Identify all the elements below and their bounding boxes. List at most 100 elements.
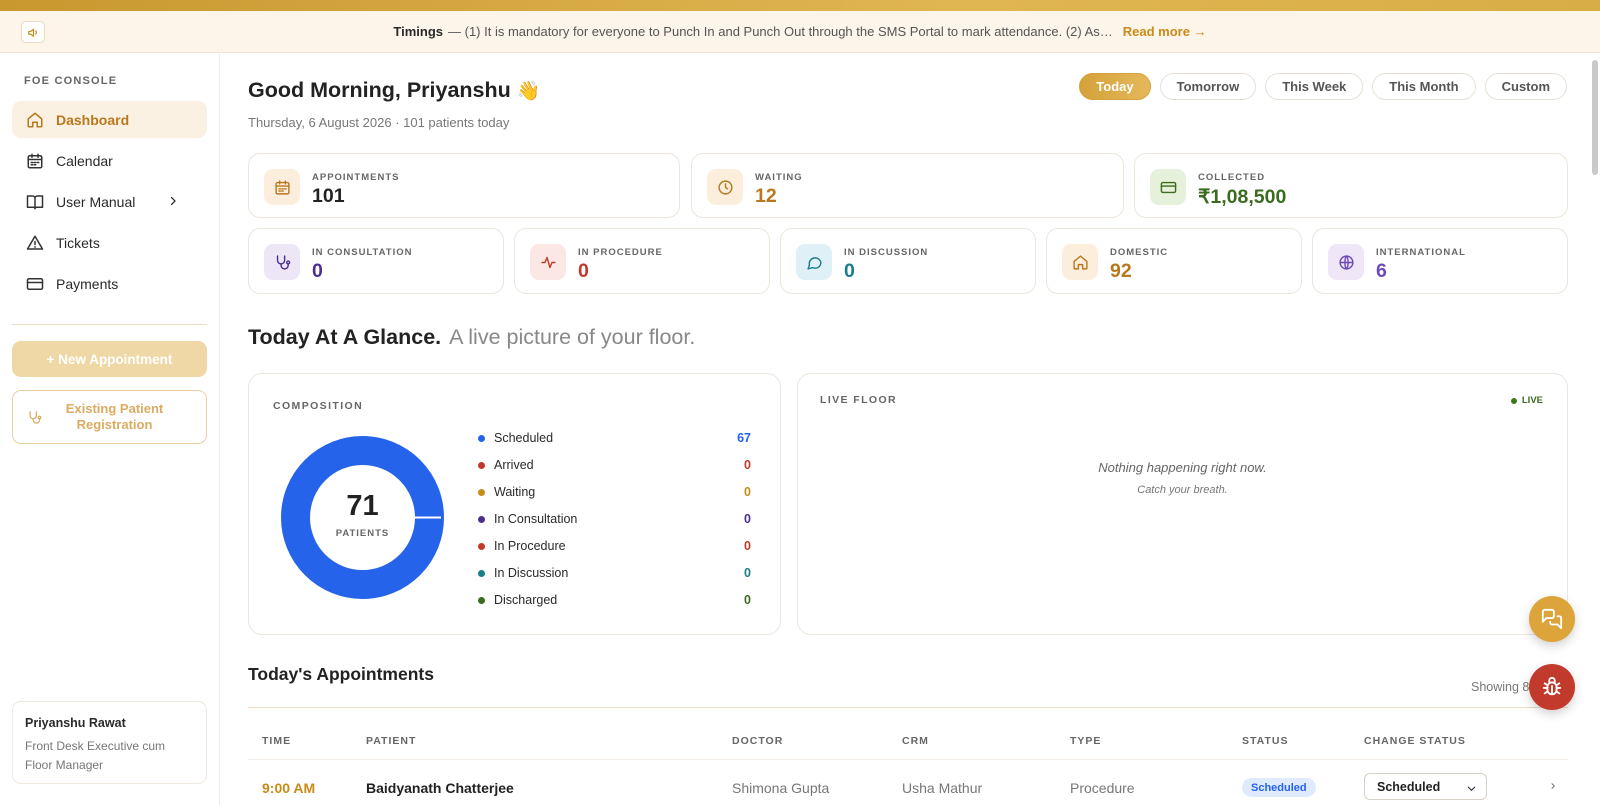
column-header-crm[interactable]: CRM (902, 735, 929, 747)
appointments-divider (248, 707, 1568, 708)
stat-label: IN DISCUSSION (844, 247, 929, 258)
legend-item-waiting[interactable]: Waiting 0 (478, 482, 751, 502)
read-more-link[interactable]: Read more → (1123, 24, 1207, 39)
legend-count: 0 (744, 539, 751, 553)
sidebar: FOE CONSOLE Dashboard Calendar User Manu… (0, 54, 220, 805)
banner-title: Timings (393, 24, 443, 39)
existing-patient-registration-button[interactable]: Existing Patient Registration (12, 390, 207, 444)
legend-item-discharged[interactable]: Discharged 0 (478, 590, 751, 610)
sidebar-item-label: Tickets (56, 234, 100, 251)
card-icon (26, 277, 44, 290)
row-time: 9:00 AM (262, 780, 316, 796)
user-card[interactable]: Priyanshu Rawat Front Desk Executive cum… (12, 701, 207, 784)
change-status-select[interactable]: Scheduled (1364, 773, 1487, 800)
chat-fab-button[interactable] (1529, 596, 1575, 642)
pulse-icon (530, 244, 566, 280)
legend-item-arrived[interactable]: Arrived 0 (478, 455, 751, 475)
status-badge: Scheduled (1242, 778, 1316, 797)
chevron-right-icon[interactable] (1549, 782, 1557, 790)
donut-total-label: PATIENTS (335, 528, 390, 539)
legend-item-in-discussion[interactable]: In Discussion 0 (478, 563, 751, 583)
book-icon (26, 194, 44, 209)
legend-label: Scheduled (494, 431, 554, 445)
legend-label: In Discussion (494, 566, 569, 580)
legend-dot (478, 488, 485, 496)
column-header-doctor[interactable]: DOCTOR (732, 735, 783, 747)
live-floor-title: LIVE FLOOR (820, 394, 897, 406)
sidebar-item-calendar[interactable]: Calendar (12, 142, 207, 179)
sidebar-item-label: User Manual (56, 193, 136, 210)
stat-value: 92 (1110, 260, 1132, 282)
warning-icon (26, 235, 44, 250)
sidebar-item-payments[interactable]: Payments (12, 265, 207, 302)
live-floor-card: LIVE FLOOR LIVE Nothing happening right … (797, 373, 1568, 635)
stat-domestic[interactable]: DOMESTIC 92 (1046, 228, 1302, 294)
stethoscope-icon (264, 244, 300, 280)
legend-count: 0 (744, 593, 751, 607)
legend-count: 0 (744, 458, 751, 472)
glance-title: Today At A Glance. (248, 325, 442, 349)
legend-label: Arrived (494, 458, 534, 472)
sidebar-item-dashboard[interactable]: Dashboard (12, 101, 207, 138)
stethoscope-icon (29, 411, 42, 424)
sidebar-item-tickets[interactable]: Tickets (12, 224, 207, 261)
legend-count: 0 (744, 566, 751, 580)
user-name: Priyanshu Rawat (25, 716, 126, 730)
column-header-time[interactable]: TIME (262, 735, 291, 747)
sidebar-item-label: Calendar (56, 152, 113, 169)
bug-report-fab-button[interactable] (1529, 664, 1575, 710)
legend-item-in-consultation[interactable]: In Consultation 0 (478, 509, 751, 529)
legend-count: 67 (737, 431, 751, 445)
range-this-week[interactable]: This Week (1265, 73, 1364, 100)
stat-appointments[interactable]: APPOINTMENTS 101 (248, 153, 680, 218)
globe-icon (1328, 244, 1364, 280)
row-doctor: Shimona Gupta (732, 780, 830, 796)
range-today[interactable]: Today (1079, 73, 1151, 100)
stat-value: 12 (755, 185, 777, 207)
new-appointment-button[interactable]: + New Appointment (12, 341, 207, 377)
megaphone-icon[interactable] (21, 21, 45, 43)
appointments-title: Today's Appointments (248, 664, 434, 684)
user-role: Front Desk Executive cum Floor Manager (25, 739, 166, 772)
column-header-type[interactable]: TYPE (1070, 735, 1101, 747)
stat-label: IN CONSULTATION (312, 247, 413, 258)
stat-label: APPOINTMENTS (312, 172, 400, 183)
existing-patient-label: Existing Patient Registration (65, 401, 164, 432)
range-custom[interactable]: Custom (1484, 73, 1567, 100)
stat-value: 0 (844, 260, 855, 282)
sidebar-section-label: FOE CONSOLE (24, 75, 118, 87)
legend-label: In Consultation (494, 512, 578, 526)
stat-in-procedure[interactable]: IN PROCEDURE 0 (514, 228, 770, 294)
live-dot-icon (1510, 397, 1517, 404)
sidebar-item-label: Payments (56, 275, 119, 292)
stat-label: WAITING (755, 172, 803, 183)
stat-international[interactable]: INTERNATIONAL 6 (1312, 228, 1568, 294)
sidebar-item-user-manual[interactable]: User Manual (12, 183, 207, 220)
home-icon (1062, 244, 1098, 280)
bug-icon (1542, 676, 1562, 696)
chat-icon (1541, 608, 1563, 630)
legend-dot (478, 515, 485, 523)
chevron-right-icon (170, 196, 176, 206)
stat-in-discussion[interactable]: IN DISCUSSION 0 (780, 228, 1036, 294)
range-this-month[interactable]: This Month (1372, 73, 1476, 100)
column-header-change-status[interactable]: CHANGE STATUS (1364, 735, 1466, 747)
banner-text: — (1) It is mandatory for everyone to Pu… (448, 24, 1113, 39)
date-range-selector: Today Tomorrow This Week This Month Cust… (1079, 73, 1567, 100)
donut-total: 71 (346, 490, 379, 522)
column-header-patient[interactable]: PATIENT (366, 735, 416, 747)
legend-item-in-procedure[interactable]: In Procedure 0 (478, 536, 751, 556)
stat-waiting[interactable]: WAITING 12 (691, 153, 1124, 218)
stat-value: 0 (312, 260, 323, 282)
stat-collected[interactable]: COLLECTED ₹1,08,500 (1134, 153, 1568, 218)
calendar-icon (264, 169, 300, 205)
stat-in-consultation[interactable]: IN CONSULTATION 0 (248, 228, 504, 294)
range-tomorrow[interactable]: Tomorrow (1159, 73, 1257, 100)
row-patient[interactable]: Baidyanath Chatterjee (366, 780, 514, 796)
page-scrollbar[interactable] (1592, 60, 1598, 175)
top-accent-stripe (0, 0, 1600, 11)
header-row-divider (248, 759, 1568, 760)
legend-item-scheduled[interactable]: Scheduled 67 (478, 428, 751, 448)
column-header-status[interactable]: STATUS (1242, 735, 1288, 747)
chevron-down-icon (1467, 786, 1476, 792)
